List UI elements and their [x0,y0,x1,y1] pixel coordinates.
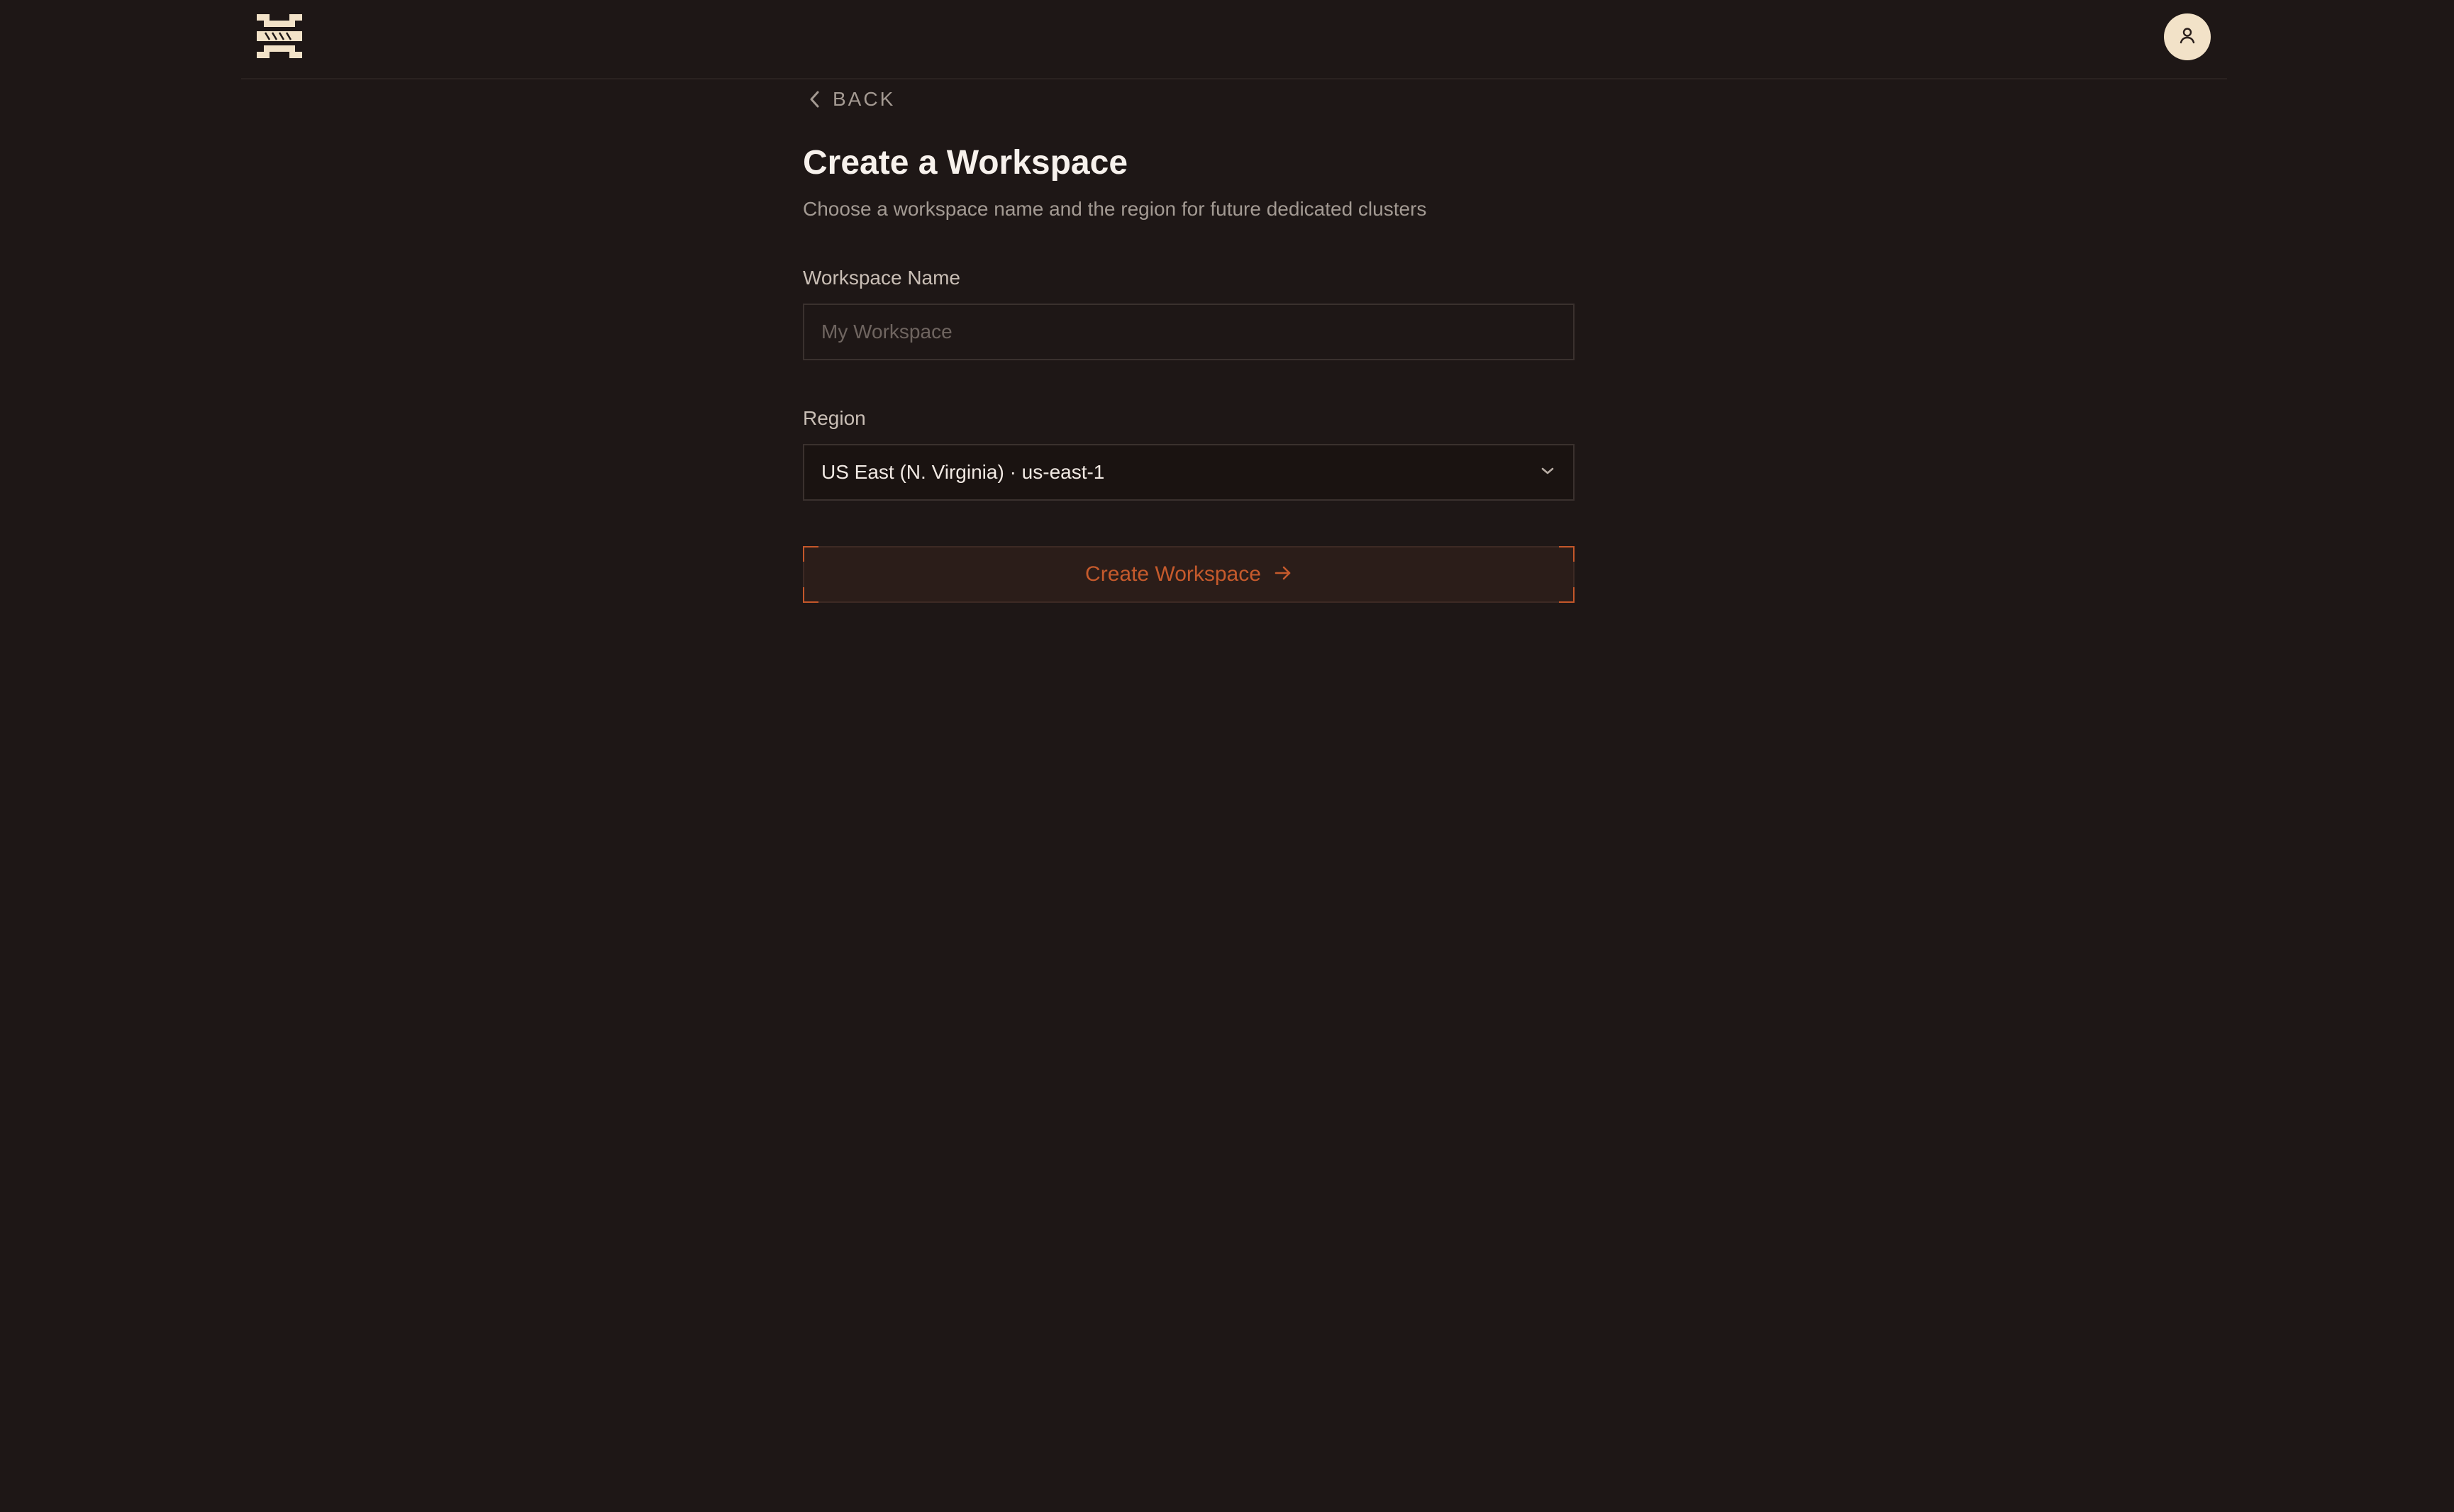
page-subtitle: Choose a workspace name and the region f… [803,198,1427,220]
user-icon [2178,26,2197,48]
arrow-right-icon [1274,565,1292,585]
create-workspace-label: Create Workspace [1085,562,1261,586]
button-corner-accent [1559,546,1575,562]
back-link[interactable]: BACK [809,85,1575,113]
back-label: BACK [833,88,896,110]
workspace-name-input[interactable] [803,304,1575,360]
create-workspace-button[interactable]: Create Workspace [803,546,1575,603]
region-selected-value: US East (N. Virginia) · us-east-1 [821,461,1105,483]
chevron-left-icon [809,90,821,109]
user-avatar-button[interactable] [2164,13,2211,60]
button-corner-accent [803,587,818,603]
button-corner-accent [1559,587,1575,603]
top-header [241,0,2227,79]
region-label: Region [803,407,866,429]
button-corner-accent [803,546,818,562]
chevron-down-icon [1539,465,1556,480]
page-title: Create a Workspace [803,144,1128,182]
create-workspace-form: BACK Create a Workspace Choose a workspa… [803,85,1575,603]
brand-logo-icon[interactable] [257,14,302,58]
region-select[interactable]: US East (N. Virginia) · us-east-1 [803,444,1575,501]
workspace-name-label: Workspace Name [803,267,961,289]
